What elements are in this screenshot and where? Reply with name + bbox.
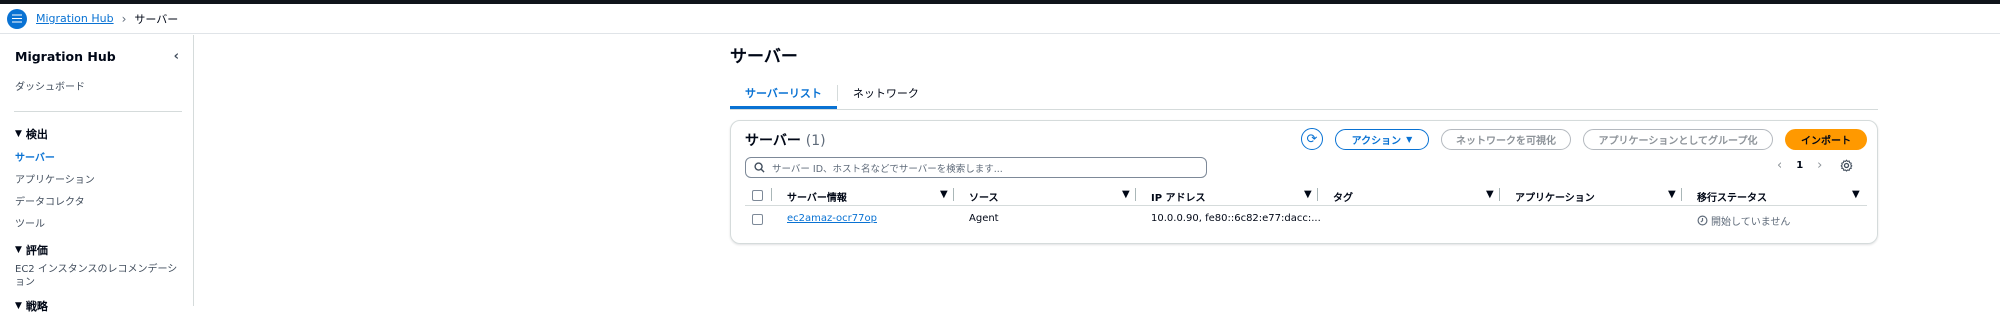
select-all-checkbox[interactable] [752,190,763,201]
breadcrumb: Migration Hub › サーバー [0,4,2000,34]
sort-icon[interactable]: ▼ [1122,189,1130,200]
sidebar-item-dashboard[interactable]: ダッシュボード [15,78,193,93]
sidebar-section-strategy[interactable]: ▼ 戦略 [15,298,193,314]
cell-source: Agent [969,213,999,224]
row-checkbox[interactable] [752,214,763,225]
sidebar-divider [14,111,182,112]
sort-icon[interactable]: ▼ [1486,189,1494,200]
next-page-icon[interactable]: › [1817,158,1822,173]
sidebar-section-discover[interactable]: ▼ 検出 [15,126,193,142]
column-header-migration-status[interactable]: 移行ステータス [1697,189,1767,204]
column-header-ip-address[interactable]: IP アドレス [1151,189,1206,204]
sidebar-section-assess[interactable]: ▼ 評価 [15,242,193,258]
table-header: サーバー情報 ▼ ソース ▼ IP アドレス ▼ タグ ▼ アプリケーション ▼… [745,187,1867,206]
caret-down-icon: ▼ [15,129,22,139]
sidebar-item-tools[interactable]: ツール [15,215,193,230]
tab-network[interactable]: ネットワーク [838,84,934,109]
column-header-server-info[interactable]: サーバー情報 [787,189,847,204]
table-row: ec2amaz-ocr77op Agent 10.0.0.90, fe80::6… [745,209,1867,231]
tab-list: サーバーリスト ネットワーク [730,84,1878,110]
sort-icon[interactable]: ▼ [940,189,948,200]
refresh-icon[interactable]: ⟳ [1301,128,1323,150]
page-title: サーバー [730,47,798,67]
main-content: サーバー サーバーリスト ネットワーク サーバー (1) ⟳ アクション ▼ ネ… [730,35,1880,244]
panel-title: サーバー (1) [745,133,826,149]
cell-migration-status: 開始していません [1697,213,1790,228]
actions-dropdown-button[interactable]: アクション ▼ [1335,129,1429,150]
group-as-application-button[interactable]: アプリケーションとしてグループ化 [1583,129,1773,150]
servers-panel: サーバー (1) ⟳ アクション ▼ ネットワークを可視化 アプリケーションとし… [730,120,1878,244]
tab-server-list[interactable]: サーバーリスト [730,84,837,109]
sort-icon[interactable]: ▼ [1304,189,1312,200]
settings-gear-icon[interactable] [1840,159,1853,172]
cell-ip-address: 10.0.0.90, fe80::6c82:e77:dacc:... [1151,213,1321,224]
caret-down-icon: ▼ [1406,135,1413,144]
pagination: ‹ 1 › [1777,158,1853,173]
column-divider [1681,188,1682,201]
chevron-right-icon: › [121,11,127,26]
sidebar-item-applications[interactable]: アプリケーション [15,171,193,186]
breadcrumb-current: サーバー [134,12,179,26]
previous-page-icon[interactable]: ‹ [1777,158,1782,173]
search-placeholder: サーバー ID、ホスト名などでサーバーを検索します... [772,163,1003,175]
breadcrumb-home-link[interactable]: Migration Hub [36,12,114,25]
caret-down-icon: ▼ [15,245,22,255]
server-count: (1) [805,133,826,149]
collapse-sidebar-icon[interactable]: ‹ [174,49,179,64]
menu-icon[interactable] [7,8,27,29]
server-name-link[interactable]: ec2amaz-ocr77op [787,213,877,224]
sidebar-item-servers[interactable]: サーバー [15,149,193,164]
column-header-application[interactable]: アプリケーション [1515,189,1595,204]
sidebar: Migration Hub ‹ ダッシュボード ▼ 検出 サーバー アプリケーシ… [0,35,194,313]
search-icon [754,162,765,173]
visualize-network-button[interactable]: ネットワークを可視化 [1441,129,1571,150]
sort-icon[interactable]: ▼ [1668,189,1676,200]
page-number[interactable]: 1 [1796,160,1803,171]
column-divider [771,188,772,201]
sort-icon[interactable]: ▼ [1852,189,1860,200]
sidebar-item-ec2-recommendations[interactable]: EC2 インスタンスのレコメンデーション [15,263,180,289]
clock-icon [1697,215,1708,226]
column-divider [1317,188,1318,201]
column-divider [1499,188,1500,201]
import-button[interactable]: インポート [1785,129,1867,150]
sidebar-item-data-collectors[interactable]: データコレクタ [15,193,193,208]
column-header-source[interactable]: ソース [969,189,999,204]
column-divider [953,188,954,201]
column-header-tags[interactable]: タグ [1333,189,1353,204]
caret-down-icon: ▼ [15,301,22,311]
column-divider [1135,188,1136,201]
search-input[interactable]: サーバー ID、ホスト名などでサーバーを検索します... [745,157,1207,178]
sidebar-title: Migration Hub [15,49,116,64]
